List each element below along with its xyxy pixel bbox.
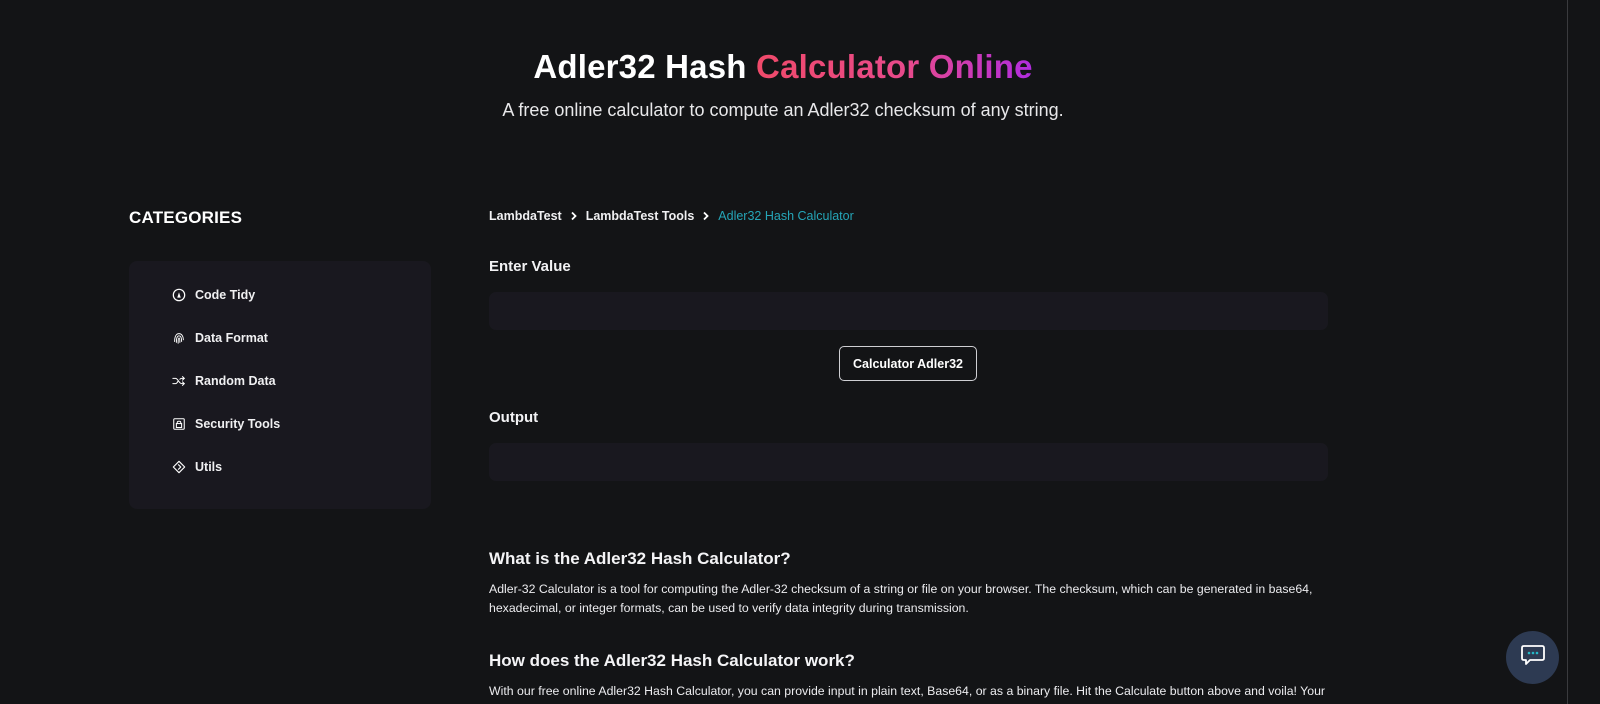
section-title-how-does: How does the Adler32 Hash Calculator wor…	[489, 651, 855, 670]
section-title-what-is: What is the Adler32 Hash Calculator?	[489, 549, 791, 568]
fingerprint-icon	[171, 330, 187, 346]
lock-icon	[171, 416, 187, 432]
value-input[interactable]	[489, 292, 1328, 330]
sidebar-item-security-tools[interactable]: Security Tools	[171, 416, 280, 432]
breadcrumb: LambdaTest LambdaTest Tools Adler32 Hash…	[489, 209, 854, 223]
chevron-right-icon	[570, 211, 578, 221]
enter-value-label: Enter Value	[489, 258, 571, 275]
page-title-plain: Adler32 Hash	[533, 48, 757, 85]
shuffle-icon	[171, 373, 187, 389]
sidebar-item-data-format[interactable]: Data Format	[171, 330, 268, 346]
code-tidy-icon	[171, 287, 187, 303]
sidebar-item-label: Random Data	[195, 374, 276, 388]
output-field[interactable]	[489, 443, 1328, 481]
chevron-right-icon	[702, 211, 710, 221]
output-label: Output	[489, 409, 539, 426]
page: Adler32 Hash Calculator Online A free on…	[0, 0, 1600, 704]
sidebar-item-utils[interactable]: Utils	[171, 459, 222, 475]
sidebar-item-label: Data Format	[195, 331, 268, 345]
breadcrumb-link-lambdatest[interactable]: LambdaTest	[489, 209, 562, 223]
categories-heading: CATEGORIES	[129, 208, 243, 227]
breadcrumb-link-lambdatest-tools[interactable]: LambdaTest Tools	[586, 209, 695, 223]
section-body-how-does: With our free online Adler32 Hash Calcul…	[489, 684, 1326, 698]
page-title: Adler32 Hash Calculator Online	[0, 48, 1566, 86]
chat-button[interactable]	[1506, 631, 1559, 684]
calculate-adler32-button[interactable]: Calculator Adler32	[839, 346, 977, 381]
sidebar-item-label: Security Tools	[195, 417, 281, 431]
categories-panel: Code Tidy Data Format Random Data Securi…	[129, 261, 431, 509]
chat-bubble-icon	[1520, 643, 1546, 672]
sidebar-item-random-data[interactable]: Random Data	[171, 373, 276, 389]
page-scrollbar-track[interactable]	[1567, 0, 1600, 704]
sidebar-item-label: Code Tidy	[195, 288, 256, 302]
section-body-what-is: Adler-32 Calculator is a tool for comput…	[489, 582, 1313, 615]
page-subtitle: A free online calculator to compute an A…	[502, 100, 1064, 120]
utils-diamond-icon	[171, 459, 187, 475]
sidebar-item-code-tidy[interactable]: Code Tidy	[171, 287, 255, 303]
page-title-highlight: Calculator Online	[756, 48, 1033, 85]
breadcrumb-current: Adler32 Hash Calculator	[718, 209, 854, 223]
sidebar-item-label: Utils	[195, 460, 223, 474]
